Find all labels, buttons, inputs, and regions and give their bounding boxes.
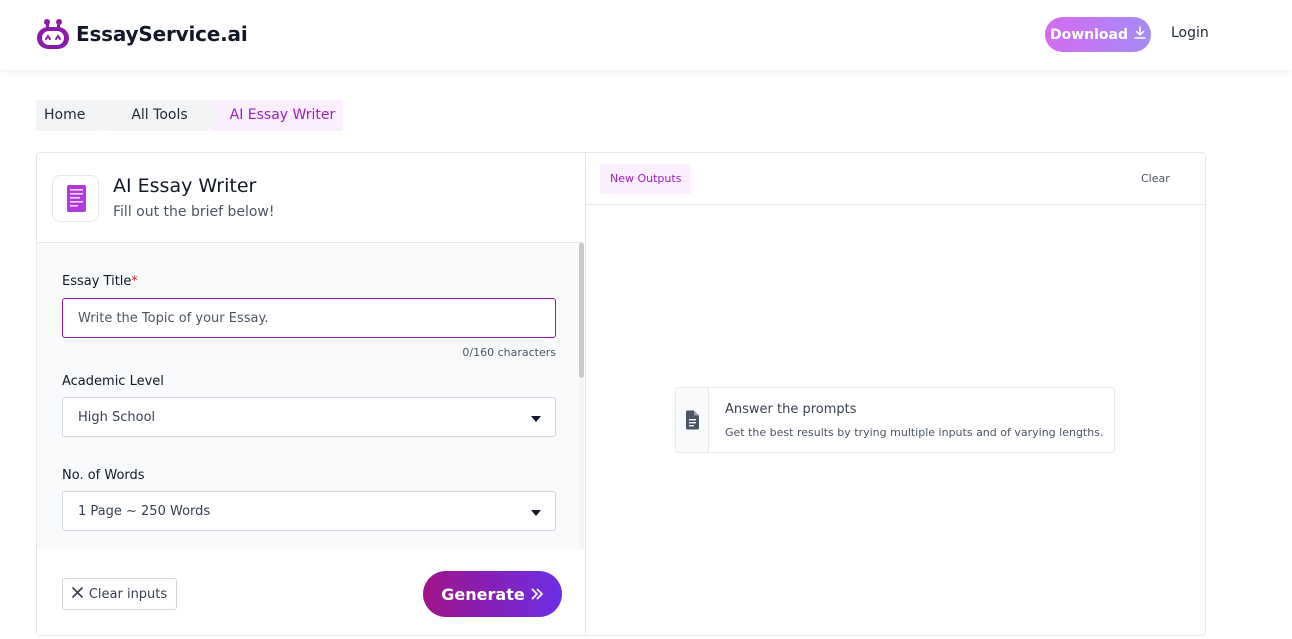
generate-button[interactable]: Generate (423, 571, 562, 617)
hint-text: Get the best results by trying multiple … (725, 426, 1104, 439)
input-pane: AI Essay Writer Fill out the brief below… (37, 153, 586, 635)
essay-title-label: Essay Title* (62, 274, 138, 289)
robot-logo-icon (36, 18, 70, 50)
clear-outputs-button[interactable]: Clear (1141, 172, 1170, 185)
tab-new-outputs[interactable]: New Outputs (600, 164, 692, 194)
brand-logo[interactable]: EssayService.ai (36, 18, 248, 50)
word-count-value: 1 Page ~ 250 Words (78, 504, 211, 519)
academic-level-label: Academic Level (62, 374, 164, 389)
breadcrumb-home[interactable]: Home (36, 100, 116, 131)
scrollbar-thumb[interactable] (579, 243, 584, 378)
essay-title-input[interactable] (62, 298, 556, 338)
generate-label: Generate (441, 584, 525, 604)
top-header: EssayService.ai Download Login (0, 0, 1292, 70)
tool-title: AI Essay Writer (113, 175, 257, 197)
form-actions: Clear inputs Generate (37, 549, 585, 635)
login-link[interactable]: Login (1171, 25, 1209, 41)
form-scrollbar[interactable] (579, 243, 584, 549)
hint-title: Answer the prompts (725, 402, 857, 417)
breadcrumb-all-tools[interactable]: All Tools (105, 100, 220, 131)
output-header: New Outputs Clear (586, 153, 1205, 205)
chevron-down-icon (531, 416, 541, 422)
hint-icon-box (676, 388, 709, 452)
document-icon (52, 175, 99, 222)
empty-state-hint: Answer the prompts Get the best results … (675, 387, 1115, 453)
chevron-down-icon (531, 510, 541, 516)
brand-name: EssayService.ai (76, 22, 248, 46)
academic-level-value: High School (78, 410, 156, 425)
form-area: Essay Title* 0/160 characters Academic L… (37, 243, 585, 549)
academic-level-select[interactable]: High School (62, 397, 556, 437)
output-pane: New Outputs Clear Answer the prompts Get… (586, 153, 1205, 635)
tool-header: AI Essay Writer Fill out the brief below… (37, 153, 585, 243)
tool-card: AI Essay Writer Fill out the brief below… (36, 152, 1206, 636)
essay-title-label-text: Essay Title (62, 274, 132, 289)
breadcrumb: Home All Tools AI Essay Writer (36, 100, 344, 131)
close-icon (72, 586, 83, 602)
breadcrumb-current: AI Essay Writer (209, 100, 344, 131)
clear-inputs-label: Clear inputs (88, 586, 168, 602)
download-arrow-icon (1134, 26, 1146, 43)
clear-inputs-button[interactable]: Clear inputs (62, 578, 177, 610)
download-label: Download (1049, 26, 1129, 43)
word-count-label: No. of Words (62, 468, 145, 483)
required-mark: * (131, 274, 138, 289)
word-count-select[interactable]: 1 Page ~ 250 Words (62, 491, 556, 531)
tool-subtitle: Fill out the brief below! (113, 204, 275, 220)
file-text-icon (685, 410, 700, 434)
double-chevron-right-icon (531, 585, 544, 604)
character-counter: 0/160 characters (462, 346, 556, 359)
download-button[interactable]: Download (1045, 17, 1151, 52)
